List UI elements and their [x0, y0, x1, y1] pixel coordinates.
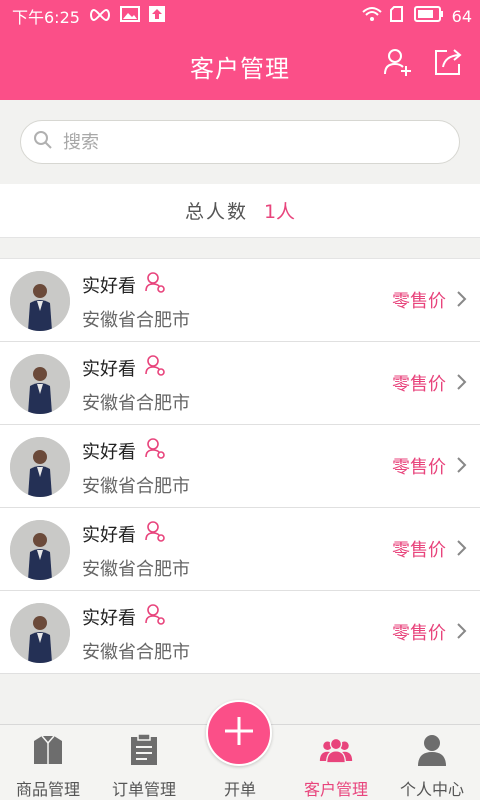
chevron-right-icon: [456, 621, 468, 645]
add-customer-button[interactable]: [382, 48, 414, 80]
status-left: 下午6:25: [12, 4, 166, 28]
customer-row[interactable]: 实好看 安徽省合肥市 零售价: [0, 425, 480, 508]
search-box[interactable]: [20, 120, 460, 164]
price-type: 零售价: [392, 291, 446, 312]
app-bar-actions: [382, 48, 464, 80]
chevron-right-icon: [456, 289, 468, 313]
tab-label: 个人中心: [399, 780, 464, 799]
customer-info: 实好看 安徽省合肥市: [82, 271, 190, 332]
battery-level: 64: [451, 6, 472, 26]
customer-person-icon: [144, 520, 166, 547]
customer-info: 实好看 安徽省合肥市: [82, 437, 190, 498]
total-label: 总人数: [184, 201, 248, 223]
tab-label: 商品管理: [15, 780, 80, 799]
tab-product-management[interactable]: 商品管理: [0, 725, 96, 800]
customer-city: 安徽省合肥市: [82, 642, 190, 663]
chevron-right-icon: [456, 455, 468, 479]
search-area: [0, 100, 480, 184]
customer-name: 实好看: [82, 358, 136, 380]
customer-name: 实好看: [82, 607, 136, 629]
app-bar: 客户管理: [0, 32, 480, 100]
chevron-right-icon: [456, 372, 468, 396]
shirt-icon: [31, 733, 65, 767]
tab-label: 客户管理: [303, 780, 368, 799]
sim-icon: [389, 6, 406, 26]
customer-city: 安徽省合肥市: [82, 393, 190, 414]
share-button[interactable]: [432, 48, 464, 80]
avatar: [10, 271, 70, 331]
customer-list: 实好看 安徽省合肥市 零售价 实好看 安徽省合肥市 零售价 实好看 安徽省合肥市…: [0, 258, 480, 674]
tab-label: 订单管理: [111, 780, 176, 799]
customer-info: 实好看 安徽省合肥市: [82, 603, 190, 664]
add-customer-icon: [383, 47, 413, 81]
tab-personal-center[interactable]: 个人中心: [384, 725, 480, 800]
page-title: 客户管理: [190, 54, 290, 83]
search-icon: [33, 130, 53, 154]
customer-person-icon: [144, 437, 166, 464]
price-type: 零售价: [392, 374, 446, 395]
upload-icon: [148, 5, 166, 27]
customer-row[interactable]: 实好看 安徽省合肥市 零售价: [0, 342, 480, 425]
name-line: 实好看: [82, 603, 190, 630]
tab-customer-management[interactable]: 客户管理: [288, 725, 384, 800]
name-line: 实好看: [82, 437, 190, 464]
customer-city: 安徽省合肥市: [82, 559, 190, 580]
total-summary: 总人数 1人: [0, 184, 480, 238]
status-bar: 下午6:25 64: [0, 0, 480, 32]
status-time: 下午6:25: [12, 8, 80, 27]
customer-row[interactable]: 实好看 安徽省合肥市 零售价: [0, 259, 480, 342]
tab-label: 开单: [223, 780, 256, 799]
chevron-right-icon: [456, 538, 468, 562]
customer-row[interactable]: 实好看 安徽省合肥市 零售价: [0, 508, 480, 591]
search-input[interactable]: [63, 131, 443, 153]
wifi-icon: [361, 6, 382, 26]
avatar: [10, 354, 70, 414]
customer-info: 实好看 安徽省合肥市: [82, 520, 190, 581]
customer-name: 实好看: [82, 441, 136, 463]
infinity-icon: [88, 7, 112, 26]
customer-name: 实好看: [82, 275, 136, 297]
avatar: [10, 603, 70, 663]
customer-info: 实好看 安徽省合肥市: [82, 354, 190, 415]
status-right: 64: [361, 6, 472, 26]
plus-icon: [222, 714, 256, 752]
name-line: 实好看: [82, 271, 190, 298]
customer-city: 安徽省合肥市: [82, 476, 190, 497]
customer-person-icon: [144, 271, 166, 298]
customer-row[interactable]: 实好看 安徽省合肥市 零售价: [0, 591, 480, 674]
create-order-button[interactable]: [206, 700, 272, 766]
name-line: 实好看: [82, 520, 190, 547]
battery-icon: [413, 6, 444, 26]
avatar: [10, 437, 70, 497]
customer-person-icon: [144, 603, 166, 630]
clipboard-icon: [127, 733, 161, 767]
avatar: [10, 520, 70, 580]
total-count: 1人: [263, 201, 296, 223]
price-type: 零售价: [392, 540, 446, 561]
person-icon: [415, 733, 449, 767]
share-icon: [433, 47, 463, 81]
tab-order-management[interactable]: 订单管理: [96, 725, 192, 800]
customer-city: 安徽省合肥市: [82, 310, 190, 331]
customer-person-icon: [144, 354, 166, 381]
customers-icon: [319, 733, 353, 767]
name-line: 实好看: [82, 354, 190, 381]
customer-name: 实好看: [82, 524, 136, 546]
price-type: 零售价: [392, 457, 446, 478]
price-type: 零售价: [392, 623, 446, 644]
top-bar: 下午6:25 64 客户管理: [0, 0, 480, 100]
image-icon: [119, 6, 140, 26]
